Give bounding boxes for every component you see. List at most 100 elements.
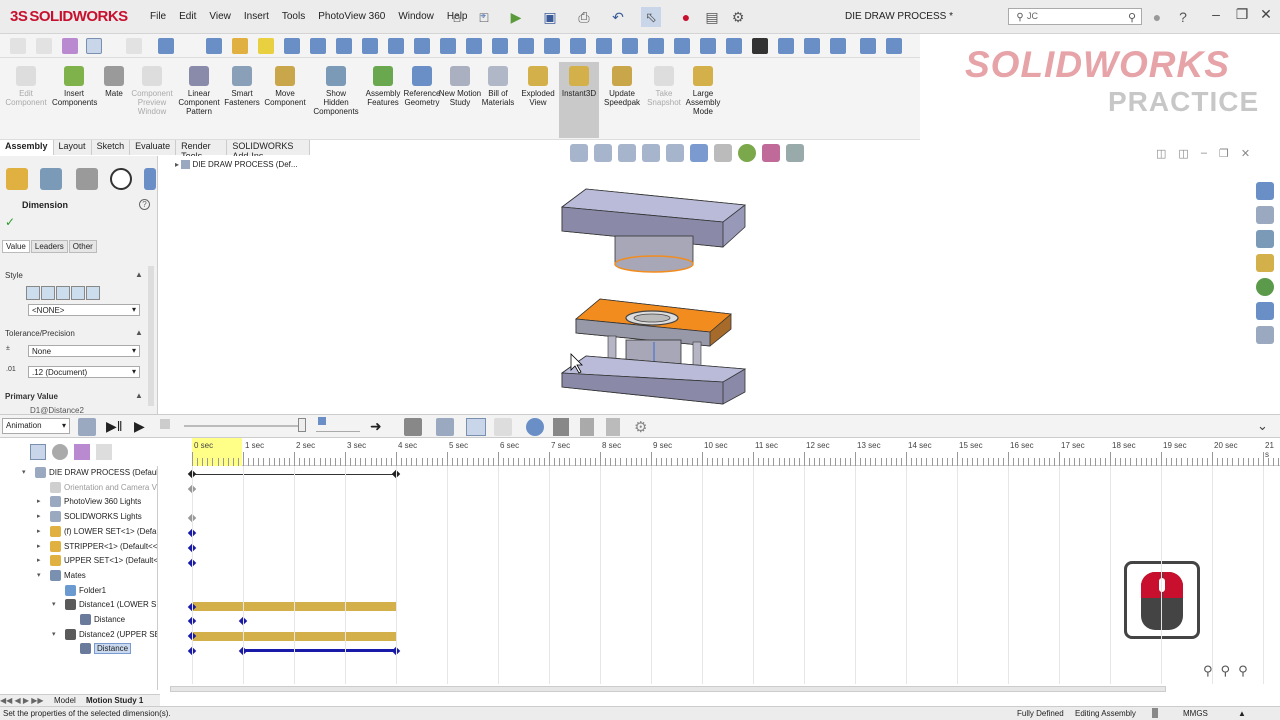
zoom-out-timeline-icon[interactable]: ⚲ <box>1238 663 1248 679</box>
motion-tree-row[interactable]: ▸ STRIPPER<1> (Default<<Defa <box>0 540 157 554</box>
user-icon[interactable]: ● <box>1147 7 1167 27</box>
motion-tree-row[interactable]: ▾ Distance1 (LOWER SET<1 <box>0 598 157 612</box>
filter-hole-icon[interactable] <box>804 38 820 54</box>
edit-component-button[interactable]: Edit Component <box>4 62 48 107</box>
status-units[interactable]: MMGS <box>1183 709 1208 718</box>
play-from-start-icon[interactable]: ▶‖ <box>106 418 123 435</box>
expander-icon[interactable]: ▸ <box>37 497 41 505</box>
menu-file[interactable]: File <box>150 11 166 22</box>
forum-icon[interactable] <box>1256 326 1274 344</box>
motion-tree-row[interactable]: ▾ Distance2 (UPPER SET<1> <box>0 628 157 642</box>
restore-button[interactable]: ❐ <box>1232 6 1252 26</box>
timeline-scrollbar[interactable] <box>170 686 1166 692</box>
file-properties-icon[interactable]: ▤ <box>702 7 722 27</box>
select-other-icon[interactable] <box>126 38 142 54</box>
instant3d-button[interactable]: Instant3D <box>559 62 599 138</box>
ok-check-icon[interactable]: ✓ <box>5 215 15 229</box>
expander-icon[interactable]: ▾ <box>52 630 56 638</box>
view-palette-icon[interactable] <box>1256 254 1274 272</box>
motion-tree-row[interactable]: ▸ PhotoView 360 Lights <box>0 495 157 509</box>
slider-thumb[interactable] <box>298 418 306 432</box>
expander-icon[interactable]: ▾ <box>52 600 56 608</box>
add-style-icon[interactable] <box>41 286 55 300</box>
damper-icon[interactable] <box>580 418 594 436</box>
smart-dimension-icon[interactable] <box>158 38 174 54</box>
select-cursor-icon[interactable] <box>86 38 102 54</box>
filter-sketch-icon[interactable] <box>284 38 300 54</box>
motion-tree-row[interactable]: Folder1 <box>0 584 157 598</box>
filter-dowel-icon[interactable] <box>778 38 794 54</box>
assembly-model[interactable] <box>160 156 1280 414</box>
viewport-restore-icon[interactable]: ❐ <box>1219 147 1229 160</box>
home-icon[interactable]: ⌂ <box>447 7 467 27</box>
zoom-area-icon[interactable] <box>594 144 612 162</box>
appearances-icon[interactable] <box>1256 278 1274 296</box>
autokey-icon[interactable] <box>466 418 486 436</box>
section-view-icon[interactable] <box>642 144 660 162</box>
resources-home-icon[interactable] <box>1256 182 1274 200</box>
filter-axes-icon[interactable] <box>336 38 352 54</box>
add-update-key-icon[interactable] <box>494 418 512 436</box>
collapse-tolerance-icon[interactable]: ▲ <box>135 328 143 337</box>
expander-icon[interactable]: ▸ <box>37 542 41 550</box>
filter-text-icon[interactable] <box>726 38 742 54</box>
tab-add-ins[interactable]: SOLIDWORKS Add-Ins <box>227 140 310 161</box>
help-icon[interactable]: ? <box>1173 7 1193 27</box>
search-scope-icon[interactable]: ⚲ <box>1010 7 1030 27</box>
filter-centerline-icon[interactable] <box>700 38 716 54</box>
filter-points-icon[interactable] <box>362 38 378 54</box>
file-explorer-icon[interactable] <box>1256 230 1274 248</box>
calculate-icon[interactable] <box>78 418 96 436</box>
tab-layout[interactable]: Layout <box>53 140 92 155</box>
select-icon[interactable]: ⬁ <box>641 7 661 27</box>
graphics-area[interactable] <box>160 156 1280 414</box>
display-manager-tab-icon[interactable] <box>144 168 156 190</box>
save-icon[interactable]: ▣ <box>540 7 560 27</box>
tab-model[interactable]: Model <box>54 696 76 705</box>
delete-style-icon[interactable] <box>71 286 85 300</box>
expander-icon[interactable]: ▸ <box>37 527 41 535</box>
play-icon[interactable]: ▶ <box>134 418 145 435</box>
property-manager-tab-icon[interactable] <box>40 168 62 190</box>
options-gear-icon[interactable]: ⚙ <box>728 7 748 27</box>
motion-tree-row[interactable]: Distance <box>0 613 157 627</box>
playback-speed-slider[interactable] <box>184 425 304 427</box>
filter-notes-icon[interactable] <box>440 38 456 54</box>
menu-window[interactable]: Window <box>398 11 434 22</box>
expander-icon[interactable]: ▾ <box>37 571 41 579</box>
expander-icon[interactable]: ▸ <box>37 512 41 520</box>
design-library-icon[interactable] <box>1256 206 1274 224</box>
view-settings-icon[interactable] <box>786 144 804 162</box>
solidworks-logo[interactable]: 3S SOLIDWORKS <box>10 8 128 25</box>
open-icon[interactable]: ▶ <box>506 7 526 27</box>
large-assembly-mode-button[interactable]: Large Assembly Mode <box>681 62 725 116</box>
filter-cosmetic-icon[interactable] <box>466 38 482 54</box>
study-type-select[interactable]: Animation <box>2 418 70 434</box>
filter-edges-icon[interactable] <box>36 38 52 54</box>
tab-sketch[interactable]: Sketch <box>91 140 131 155</box>
filter-pattern-icon[interactable] <box>752 38 768 54</box>
animation-wizard-icon[interactable] <box>436 418 454 436</box>
motion-tree-row[interactable]: Orientation and Camera Views <box>0 481 157 495</box>
smart-fasteners-button[interactable]: Smart Fasteners <box>220 62 264 107</box>
component-preview-button[interactable]: Component Preview Window <box>130 62 174 116</box>
insert-components-button[interactable]: Insert Components <box>52 62 97 107</box>
filter-components-icon[interactable] <box>258 38 274 54</box>
motion-tree-row[interactable]: ▸ (f) LOWER SET<1> (Default<< <box>0 525 157 539</box>
filter-welds-icon[interactable] <box>492 38 508 54</box>
filter-connection-icon[interactable] <box>830 38 846 54</box>
pm-scrollbar[interactable] <box>148 266 154 406</box>
filter-selected-icon[interactable] <box>74 444 90 460</box>
viewport-close-icon[interactable]: ✕ <box>1241 147 1250 160</box>
save-animation-icon[interactable] <box>404 418 422 436</box>
minimize-button[interactable]: – <box>1206 6 1226 26</box>
expander-icon[interactable]: ▸ <box>37 556 41 564</box>
apply-style-icon[interactable] <box>26 286 40 300</box>
view-orientation-icon[interactable] <box>666 144 684 162</box>
motion-tree-row[interactable]: ▾ DIE DRAW PROCESS (Default<Dis <box>0 466 157 480</box>
viewport-split-icon[interactable]: ◫ <box>1156 147 1166 160</box>
filter-driving-icon[interactable] <box>52 444 68 460</box>
configuration-manager-tab-icon[interactable] <box>76 168 98 190</box>
edit-appearance-icon[interactable] <box>738 144 756 162</box>
tab-assembly[interactable]: Assembly <box>0 140 54 155</box>
